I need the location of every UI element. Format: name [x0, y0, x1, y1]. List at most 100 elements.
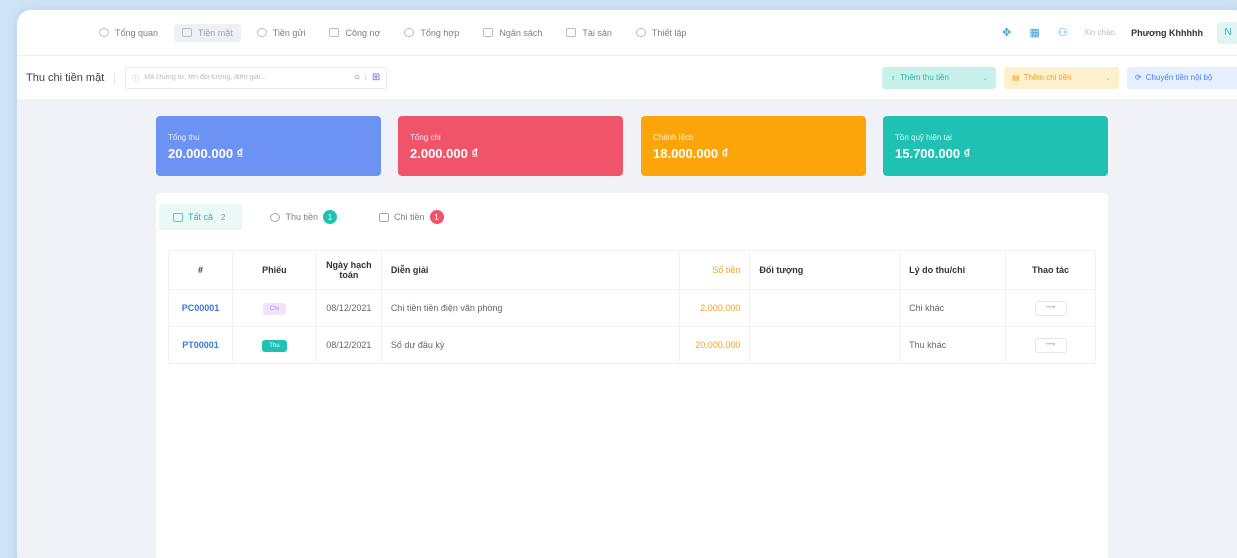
transactions-panel: Tất cả 2 Thu tiền 1 Chi tiền 1 # Phiếu N…: [156, 193, 1108, 558]
reason-cell: Thu khác: [899, 326, 1007, 364]
greeting-text: Xin chào,: [1083, 28, 1118, 37]
page-title: Thu chi tiền mặt: [26, 71, 116, 84]
header-amount: Số tiền: [679, 250, 751, 290]
tab-count-badge: 1: [429, 210, 444, 224]
user-name[interactable]: Phương Khhhhh: [1131, 28, 1203, 38]
hand-coin-icon: [270, 212, 281, 222]
search-placeholder: Mã chứng từ, tên đối tượng, diễn giải...: [144, 74, 267, 81]
card-total-income: Tổng thu 20.000.000 ₫: [156, 116, 381, 176]
tab-count: 2: [221, 212, 226, 222]
hand-coin-icon: ♁: [890, 73, 896, 82]
nav-label: Tài sản: [582, 27, 612, 38]
summary-cards: Tổng thu 20.000.000 ₫ Tổng chi 2.000.000…: [156, 116, 1108, 176]
add-income-label: Thêm thu tiền: [900, 73, 949, 82]
voucher-type-cell: Thu: [231, 326, 317, 364]
asset-icon: [566, 28, 577, 37]
sync-icon: ⟳: [1135, 73, 1142, 82]
tab-count-badge: 1: [323, 210, 337, 224]
app-frame: Tổng quan Tiền mặt Tiền gửi Công nợ Tổng…: [17, 10, 1237, 558]
header-reason: Lý do thu/chi: [899, 250, 1007, 290]
actions-cell: •••▾: [1005, 326, 1096, 364]
card-value: 18.000.000 ₫: [653, 146, 729, 161]
header-index: #: [168, 250, 233, 290]
info-icon: ⓘ: [132, 74, 140, 82]
more-actions-button[interactable]: •••▾: [1034, 337, 1067, 353]
search-input[interactable]: ⓘ Mã chứng từ, tên đối tượng, diễn giải.…: [125, 66, 388, 89]
card-difference: Chênh lệch 18.000.000 ₫: [641, 116, 866, 176]
header-description: Diễn giải: [380, 250, 681, 290]
nav-tong-hop[interactable]: Tổng hợp: [396, 24, 467, 42]
settings-icon: [635, 28, 646, 37]
avatar[interactable]: N: [1217, 21, 1237, 44]
voucher-type-cell: Chi: [231, 289, 317, 327]
page-toolbar: Thu chi tiền mặt ⓘ Mã chứng từ, tên đối …: [17, 55, 1237, 99]
nav-tien-gui[interactable]: Tiền gửi: [249, 24, 314, 42]
party-cell: [749, 289, 901, 327]
table-row[interactable]: PT00001 Thu 08/12/2021 Số dư đầu kỳ 20.0…: [168, 326, 1096, 364]
transactions-table: # Phiếu Ngày hạch toán Diễn giải Số tiền…: [168, 250, 1096, 364]
voucher-code-link[interactable]: PT00001: [168, 326, 233, 364]
nav-tien-mat[interactable]: Tiền mặt: [174, 23, 241, 42]
apps-grid-icon[interactable]: ▦: [1028, 26, 1042, 40]
wallet-icon: ▤: [1012, 73, 1020, 82]
add-income-button[interactable]: ♁ Thêm thu tiền ⌄: [882, 66, 996, 89]
reason-cell: Chi khác: [899, 289, 1007, 327]
party-cell: [749, 326, 901, 364]
nav-label: Tổng hợp: [420, 27, 460, 38]
nav-label: Tiền mặt: [198, 27, 233, 38]
nav-label: Ngân sách: [499, 27, 543, 38]
cash-icon: [182, 28, 193, 37]
toolbar-actions: ♁ Thêm thu tiền ⌄ ▤ Thêm chi tiền ⌄ ⟳ Ch…: [882, 66, 1237, 89]
divider: |: [365, 74, 367, 81]
search-icon[interactable]: ○: [354, 72, 360, 83]
date-cell: 08/12/2021: [315, 326, 382, 364]
tab-income[interactable]: Thu tiền 1: [256, 204, 351, 230]
nav-cong-no[interactable]: Công nợ: [321, 24, 388, 42]
transfer-button[interactable]: ⟳ Chuyển tiền nội bộ: [1127, 66, 1237, 89]
tab-bar: Tất cả 2 Thu tiền 1 Chi tiền 1: [156, 193, 1108, 231]
header-voucher: Phiếu: [231, 250, 317, 290]
tab-label: Thu tiền: [285, 212, 318, 222]
card-value: 20.000.000 ₫: [168, 146, 244, 161]
header-date: Ngày hạch toán: [315, 250, 382, 290]
debt-icon: [329, 28, 340, 37]
amount-cell: 20.000.000: [679, 326, 751, 364]
card-label: Chênh lệch: [653, 133, 694, 142]
deposit-icon: [256, 28, 267, 37]
summary-icon: [404, 28, 415, 37]
chevron-down-icon[interactable]: ⌄: [1105, 74, 1111, 82]
table-row[interactable]: PC00001 Chi 08/12/2021 Chi tiền tiền điệ…: [168, 289, 1096, 327]
actions-cell: •••▾: [1005, 289, 1096, 327]
voucher-code-link[interactable]: PC00001: [168, 289, 233, 327]
nav-label: Thiết lập: [651, 27, 687, 38]
nav-tai-san[interactable]: Tài sản: [558, 24, 620, 42]
chevron-down-icon[interactable]: ⌄: [982, 74, 988, 82]
transfer-label: Chuyển tiền nội bộ: [1145, 73, 1213, 82]
description-cell: Chi tiền tiền điện văn phòng: [380, 289, 681, 327]
nav-label: Tiền gửi: [272, 27, 306, 38]
tab-label: Chi tiền: [394, 212, 425, 222]
nav-ngan-sach[interactable]: Ngân sách: [475, 24, 550, 42]
tab-label: Tất cả: [188, 212, 214, 222]
card-label: Tổng thu: [168, 133, 200, 142]
card-value: 15.700.000 ₫: [895, 146, 971, 161]
table-header-row: # Phiếu Ngày hạch toán Diễn giải Số tiền…: [168, 250, 1096, 290]
type-badge: Chi: [262, 302, 286, 315]
header-party: Đối tượng: [749, 250, 901, 290]
wallet-icon: [379, 212, 389, 222]
tab-all[interactable]: Tất cả 2: [159, 204, 243, 230]
amount-cell: 2.000.000: [679, 289, 751, 327]
card-value: 2.000.000 ₫: [410, 146, 479, 161]
nav-tong-quan[interactable]: Tổng quan: [91, 24, 166, 42]
share-icon[interactable]: ✥: [1000, 26, 1014, 40]
tab-expense[interactable]: Chi tiền 1: [365, 204, 458, 230]
add-expense-button[interactable]: ▤ Thêm chi tiền ⌄: [1004, 66, 1119, 89]
nav-thiet-lap[interactable]: Thiết lập: [628, 24, 695, 42]
card-label: Tổng chi: [410, 133, 441, 142]
filter-grid-icon[interactable]: ⊞: [372, 72, 380, 83]
connection-icon[interactable]: ⚇: [1056, 26, 1070, 40]
more-actions-button[interactable]: •••▾: [1034, 300, 1067, 316]
dashboard-icon: [99, 28, 109, 37]
card-total-expense: Tổng chi 2.000.000 ₫: [398, 116, 623, 176]
date-cell: 08/12/2021: [315, 289, 382, 327]
